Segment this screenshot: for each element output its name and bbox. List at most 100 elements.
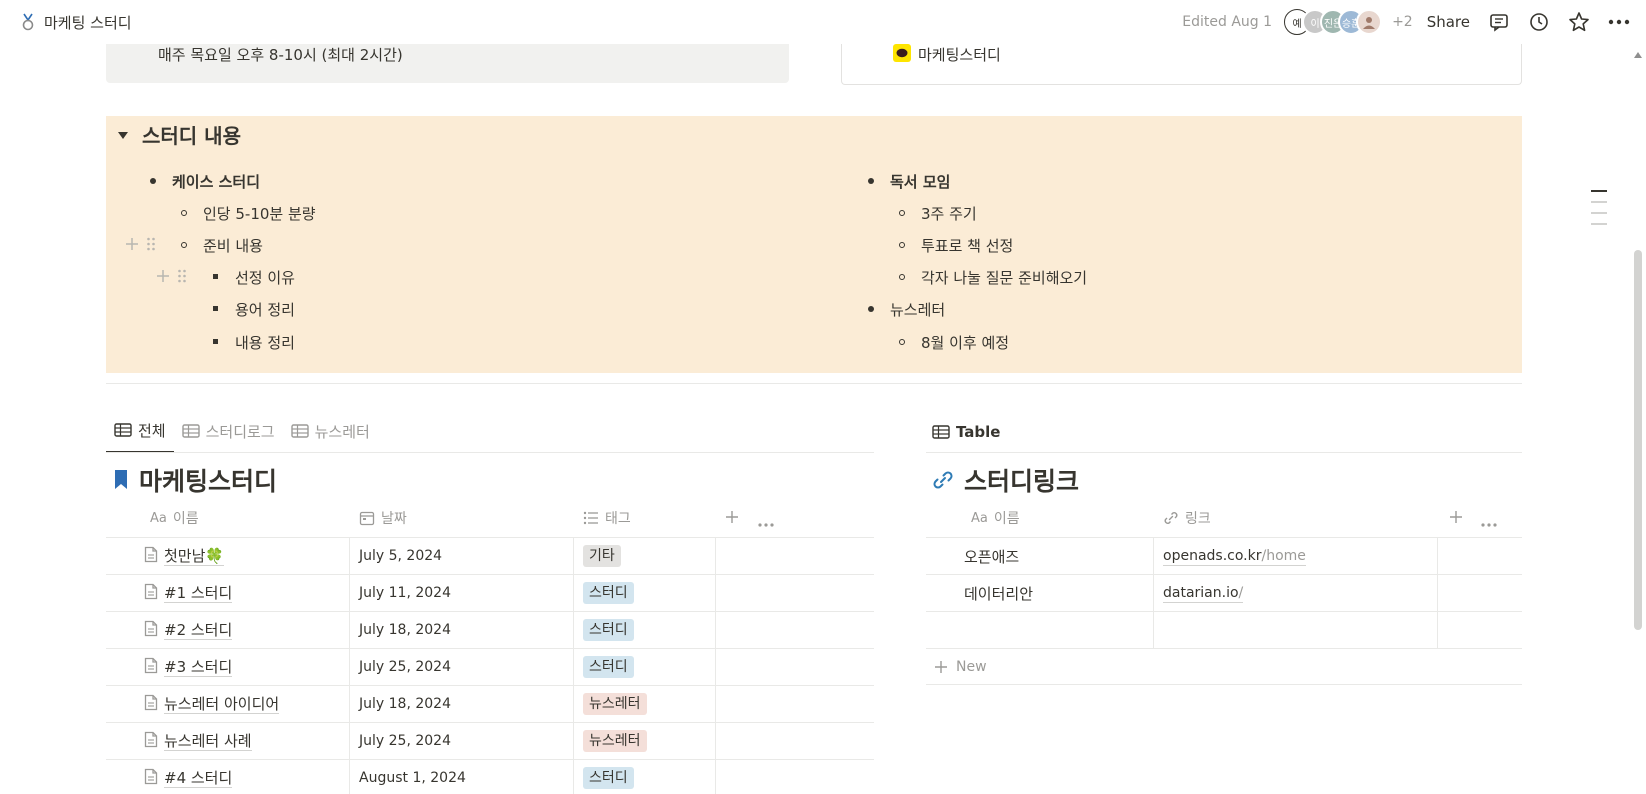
divider bbox=[106, 452, 874, 453]
tab-table[interactable]: Table bbox=[932, 417, 1000, 453]
add-block-icon[interactable] bbox=[155, 268, 171, 284]
table-row[interactable]: #3 스터디 July 25, 2024 스터디 bbox=[106, 648, 874, 685]
scroll-up-arrow-icon[interactable] bbox=[1634, 52, 1642, 58]
table-row[interactable]: 뉴스레터 사례 July 25, 2024 뉴스레터 bbox=[106, 722, 874, 759]
row-tag-cell[interactable]: 스터디 bbox=[583, 649, 634, 685]
toggle-arrow-down-icon[interactable] bbox=[114, 126, 132, 144]
toggle-header[interactable]: 스터디 내용 bbox=[114, 120, 241, 149]
row-tag-cell[interactable]: 뉴스레터 bbox=[583, 723, 647, 759]
row-tag-cell[interactable]: 스터디 bbox=[583, 612, 634, 648]
tab-study-log[interactable]: 스터디로그 bbox=[174, 417, 283, 453]
breadcrumb[interactable]: 마케팅 스터디 bbox=[20, 0, 132, 44]
divider bbox=[106, 383, 1522, 384]
property-options-icon[interactable] bbox=[1481, 515, 1497, 531]
list-item: 뉴스레터 bbox=[868, 299, 945, 320]
table-view-icon bbox=[932, 425, 950, 439]
table-row[interactable]: #4 스터디 August 1, 2024 스터디 bbox=[106, 759, 874, 794]
row-date[interactable]: July 18, 2024 bbox=[359, 612, 451, 648]
table-row[interactable]: 오픈애즈 openads.co.kr/home bbox=[926, 537, 1522, 574]
list-item: 준비 내용 bbox=[181, 235, 263, 256]
column-header-tag[interactable]: 태그 bbox=[583, 508, 631, 528]
avatar-photo-icon[interactable] bbox=[1356, 9, 1383, 35]
url-link[interactable]: datarian.io/ bbox=[1163, 584, 1244, 603]
row-date[interactable]: July 18, 2024 bbox=[359, 686, 451, 722]
row-link-cell[interactable]: datarian.io/ bbox=[1163, 575, 1244, 611]
list-item: 용어 정리 bbox=[213, 299, 295, 320]
list-item: 각자 나눌 질문 준비해오기 bbox=[899, 267, 1087, 288]
column-header-name[interactable]: Aa 이름 bbox=[971, 508, 1020, 528]
row-tag-cell[interactable]: 스터디 bbox=[583, 575, 634, 611]
add-block-icon[interactable] bbox=[124, 236, 140, 252]
table-header: Aa 이름 링크 bbox=[926, 501, 1522, 535]
row-date[interactable]: July 25, 2024 bbox=[359, 723, 451, 759]
row-link-cell[interactable]: openads.co.kr/home bbox=[1163, 538, 1306, 574]
row-name[interactable]: 오픈애즈 bbox=[964, 538, 1019, 574]
tag-badge: 뉴스레터 bbox=[583, 693, 647, 715]
table-row[interactable]: 뉴스레터 아이디어 July 18, 2024 뉴스레터 bbox=[106, 685, 874, 722]
edited-timestamp[interactable]: Edited Aug 1 bbox=[1182, 14, 1272, 30]
row-date[interactable]: July 25, 2024 bbox=[359, 649, 451, 685]
plus-icon bbox=[935, 660, 947, 673]
page-icon bbox=[144, 546, 158, 567]
row-name-cell[interactable]: 뉴스레터 사례 bbox=[144, 723, 252, 759]
drag-handle-icon[interactable] bbox=[177, 268, 187, 284]
database-title[interactable]: 마케팅스터디 bbox=[113, 462, 277, 498]
more-collaborators-count[interactable]: +2 bbox=[1392, 14, 1413, 30]
row-tag-cell[interactable]: 기타 bbox=[583, 538, 621, 574]
column-header-link[interactable]: 링크 bbox=[1163, 508, 1211, 528]
table-row[interactable]: 데이터리안 datarian.io/ bbox=[926, 574, 1522, 611]
block-handle[interactable] bbox=[124, 236, 156, 252]
row-date[interactable]: August 1, 2024 bbox=[359, 760, 466, 794]
row-name-cell[interactable]: #1 스터디 bbox=[144, 575, 233, 611]
study-content-toggle: 스터디 내용 케이스 스터디 인당 5-10분 분량 준비 내용 선정 이유 용… bbox=[106, 116, 1522, 373]
list-item: 3주 주기 bbox=[899, 203, 977, 224]
tag-badge: 기타 bbox=[583, 545, 621, 567]
add-property-plus-icon[interactable] bbox=[1449, 510, 1463, 528]
toggle-heading: 스터디 내용 bbox=[142, 124, 241, 148]
property-options-icon[interactable] bbox=[758, 515, 774, 531]
table-of-contents-minimap[interactable] bbox=[1591, 190, 1607, 234]
tab-all[interactable]: 전체 bbox=[106, 417, 174, 453]
database-title[interactable]: 스터디링크 bbox=[932, 462, 1079, 498]
url-link[interactable]: openads.co.kr/home bbox=[1163, 547, 1306, 566]
row-name-cell[interactable]: 뉴스레터 아이디어 bbox=[144, 686, 280, 722]
row-name-cell[interactable]: #4 스터디 bbox=[144, 760, 233, 794]
row-name[interactable]: 데이터리안 bbox=[964, 575, 1033, 611]
tab-newsletter[interactable]: 뉴스레터 bbox=[283, 417, 378, 453]
comment-icon[interactable] bbox=[1484, 7, 1514, 37]
tag-badge: 스터디 bbox=[583, 767, 634, 789]
table-view-icon bbox=[290, 424, 309, 438]
table-row[interactable]: 첫만남🍀 July 5, 2024 기타 bbox=[106, 537, 874, 574]
tag-badge: 스터디 bbox=[583, 582, 634, 604]
collaborator-avatars[interactable]: 예 이 진은 승훈 bbox=[1284, 9, 1383, 35]
row-tag-cell[interactable]: 스터디 bbox=[583, 760, 634, 794]
list-item: 선정 이유 bbox=[213, 267, 295, 288]
table-row[interactable]: #1 스터디 July 11, 2024 스터디 bbox=[106, 574, 874, 611]
share-button[interactable]: Share bbox=[1423, 13, 1474, 31]
row-date[interactable]: July 5, 2024 bbox=[359, 538, 442, 574]
favorite-star-icon[interactable] bbox=[1564, 7, 1594, 37]
row-name-cell[interactable]: #2 스터디 bbox=[144, 612, 233, 648]
page-title: 마케팅 스터디 bbox=[44, 13, 132, 32]
row-name-cell[interactable]: 첫만남🍀 bbox=[144, 538, 225, 574]
scrollbar[interactable] bbox=[1634, 250, 1642, 630]
column-header-name[interactable]: Aa 이름 bbox=[150, 508, 199, 528]
row-tag-cell[interactable]: 뉴스레터 bbox=[583, 686, 647, 722]
channel-link[interactable]: 마케팅스터디 bbox=[918, 44, 1001, 65]
new-row-button[interactable]: New bbox=[926, 648, 1522, 685]
table-row[interactable]: #2 스터디 July 18, 2024 스터디 bbox=[106, 611, 874, 648]
column-header-date[interactable]: 날짜 bbox=[359, 508, 407, 528]
page-icon bbox=[144, 583, 158, 604]
drag-handle-icon[interactable] bbox=[146, 236, 156, 252]
block-handle[interactable] bbox=[155, 268, 187, 284]
link-icon bbox=[933, 471, 953, 489]
history-clock-icon[interactable] bbox=[1524, 7, 1554, 37]
bookmark-icon bbox=[115, 470, 127, 489]
table-row[interactable] bbox=[926, 611, 1522, 648]
table-view-icon bbox=[181, 424, 200, 438]
more-options-icon[interactable] bbox=[1604, 7, 1634, 37]
row-date[interactable]: July 11, 2024 bbox=[359, 575, 451, 611]
add-property-plus-icon[interactable] bbox=[725, 510, 739, 528]
row-name-cell[interactable]: #3 스터디 bbox=[144, 649, 233, 685]
list-item: 독서 모임 bbox=[868, 171, 950, 192]
